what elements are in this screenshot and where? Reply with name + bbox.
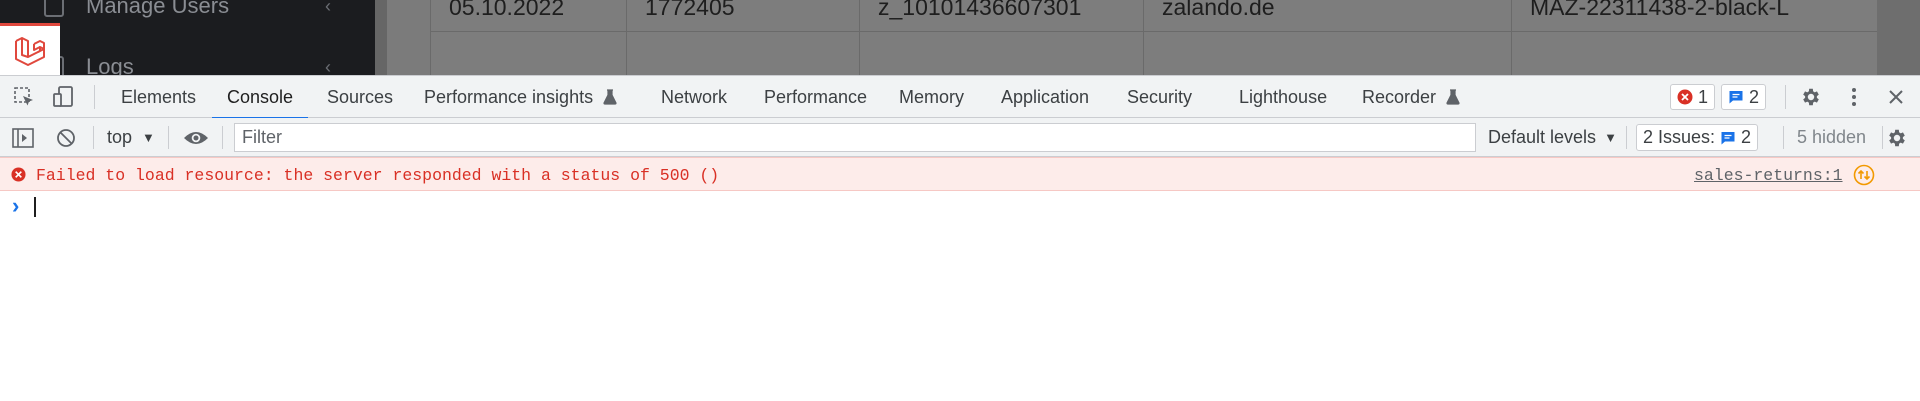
error-count-badge[interactable]: 1 [1670, 84, 1716, 110]
experiment-flask-icon [603, 89, 617, 105]
laravel-logo[interactable] [0, 23, 60, 75]
users-icon [44, 0, 64, 17]
table-cell [1512, 32, 1879, 75]
table-row[interactable]: 05.10.2022 1772405 z_10101436607301 zala… [431, 0, 1879, 32]
hidden-messages-count: 5 hidden [1797, 118, 1866, 157]
text-caret [34, 197, 36, 217]
experiment-flask-icon [1446, 89, 1460, 105]
table-cell: 1772405 [627, 0, 860, 32]
error-icon [1677, 89, 1693, 105]
tab-lighthouse[interactable]: Lighthouse [1239, 76, 1327, 118]
show-sidebar-icon[interactable] [10, 126, 36, 150]
app-sidebar: Manage Users ‹ Logs ‹ [0, 0, 375, 75]
tab-elements[interactable]: Elements [121, 76, 196, 118]
log-levels-label: Default levels [1488, 127, 1597, 147]
console-error-message[interactable]: Failed to load resource: the server resp… [0, 157, 1920, 191]
devtools-panel: Elements Console Sources Performance ins… [0, 75, 1920, 401]
table-cell: 05.10.2022 [431, 0, 627, 32]
tab-performance-insights[interactable]: Performance insights [424, 76, 617, 118]
tab-label: Performance insights [424, 86, 594, 107]
table-cell [860, 32, 1144, 75]
console-settings-gear-icon[interactable] [1883, 126, 1911, 150]
message-icon [1729, 91, 1743, 104]
returns-table: 05.10.2022 1772405 z_10101436607301 zala… [430, 0, 1879, 75]
tab-label: Lighthouse [1239, 86, 1328, 107]
divider [93, 126, 94, 149]
dropdown-arrow-icon: ▼ [1604, 130, 1617, 145]
inspect-element-icon[interactable] [12, 85, 36, 109]
sidebar-item-label: Logs [86, 54, 134, 75]
tab-sources[interactable]: Sources [327, 76, 393, 118]
chevron-left-icon: ‹ [325, 0, 331, 16]
tab-label: Performance [764, 86, 868, 107]
laravel-logo-icon [15, 36, 45, 66]
tab-network[interactable]: Network [661, 76, 727, 118]
console-output: Failed to load resource: the server resp… [0, 157, 1920, 401]
sidebar-divider [375, 0, 387, 75]
log-levels-dropdown[interactable]: Default levels ▼ [1488, 118, 1617, 157]
network-request-icon[interactable] [1853, 164, 1875, 186]
tab-label: Elements [121, 86, 197, 107]
more-options-icon[interactable] [1842, 85, 1866, 109]
page-scrollbar[interactable] [1877, 0, 1920, 75]
console-prompt[interactable]: › [0, 191, 1920, 221]
divider [222, 126, 223, 149]
background-page: Manage Users ‹ Logs ‹ 05.10.2022 1772405… [0, 0, 1920, 75]
devtools-tabbar: Elements Console Sources Performance ins… [0, 76, 1920, 119]
tab-label: Sources [327, 86, 394, 107]
console-filter-input[interactable] [234, 123, 1476, 152]
error-source-link[interactable]: sales-returns:1 [1694, 158, 1843, 192]
app-main-content: 05.10.2022 1772405 z_10101436607301 zala… [387, 0, 1920, 75]
tab-performance[interactable]: Performance [764, 76, 867, 118]
message-icon [1721, 131, 1735, 144]
tab-label: Memory [899, 86, 965, 107]
console-toolbar: top ▼ Default levels ▼ 2 Issues: 2 [0, 118, 1920, 157]
divider [1785, 85, 1786, 109]
settings-gear-icon[interactable] [1798, 85, 1824, 109]
hidden-count-label: 5 hidden [1797, 127, 1867, 147]
tab-label: Security [1127, 86, 1193, 107]
tab-recorder[interactable]: Recorder [1362, 76, 1460, 118]
close-icon[interactable] [1884, 85, 1908, 109]
issues-button[interactable]: 2 Issues: 2 [1636, 124, 1759, 151]
table-cell [431, 32, 627, 75]
chevron-left-icon: ‹ [325, 56, 331, 76]
table-cell [627, 32, 860, 75]
divider [168, 126, 169, 149]
tab-label: Network [661, 86, 728, 107]
table-cell: MAZ-22311438-2-black-L [1530, 0, 1790, 20]
issues-count: 2 [1741, 127, 1752, 147]
tab-memory[interactable]: Memory [899, 76, 964, 118]
table-cell [1144, 32, 1512, 75]
divider [1626, 126, 1627, 149]
device-toolbar-icon[interactable] [50, 85, 76, 109]
tab-label: Application [1001, 86, 1090, 107]
tab-security[interactable]: Security [1127, 76, 1192, 118]
message-count-badge[interactable]: 2 [1721, 84, 1767, 110]
issues-label: 2 Issues: [1643, 127, 1716, 147]
table-cell: zalando.de [1144, 0, 1512, 32]
sidebar-item-label: Manage Users [86, 0, 230, 18]
tab-application[interactable]: Application [1001, 76, 1089, 118]
message-count: 2 [1749, 86, 1760, 107]
clear-console-icon[interactable] [54, 126, 78, 150]
table-cell: z_10101436607301 [860, 0, 1144, 32]
divider [94, 85, 95, 109]
context-selector[interactable]: top ▼ [107, 118, 155, 157]
prompt-chevron-icon: › [12, 193, 20, 218]
tab-label: Console [227, 86, 294, 107]
error-text: Failed to load resource: the server resp… [36, 165, 720, 185]
divider [1783, 126, 1784, 149]
table-row[interactable] [431, 32, 1879, 75]
tab-label: Recorder [1362, 86, 1437, 107]
context-label: top [107, 127, 133, 147]
tab-console[interactable]: Console [212, 76, 309, 119]
live-expression-eye-icon[interactable] [182, 126, 210, 150]
error-count: 1 [1698, 86, 1709, 107]
error-icon [10, 166, 26, 182]
dropdown-arrow-icon: ▼ [142, 130, 155, 145]
